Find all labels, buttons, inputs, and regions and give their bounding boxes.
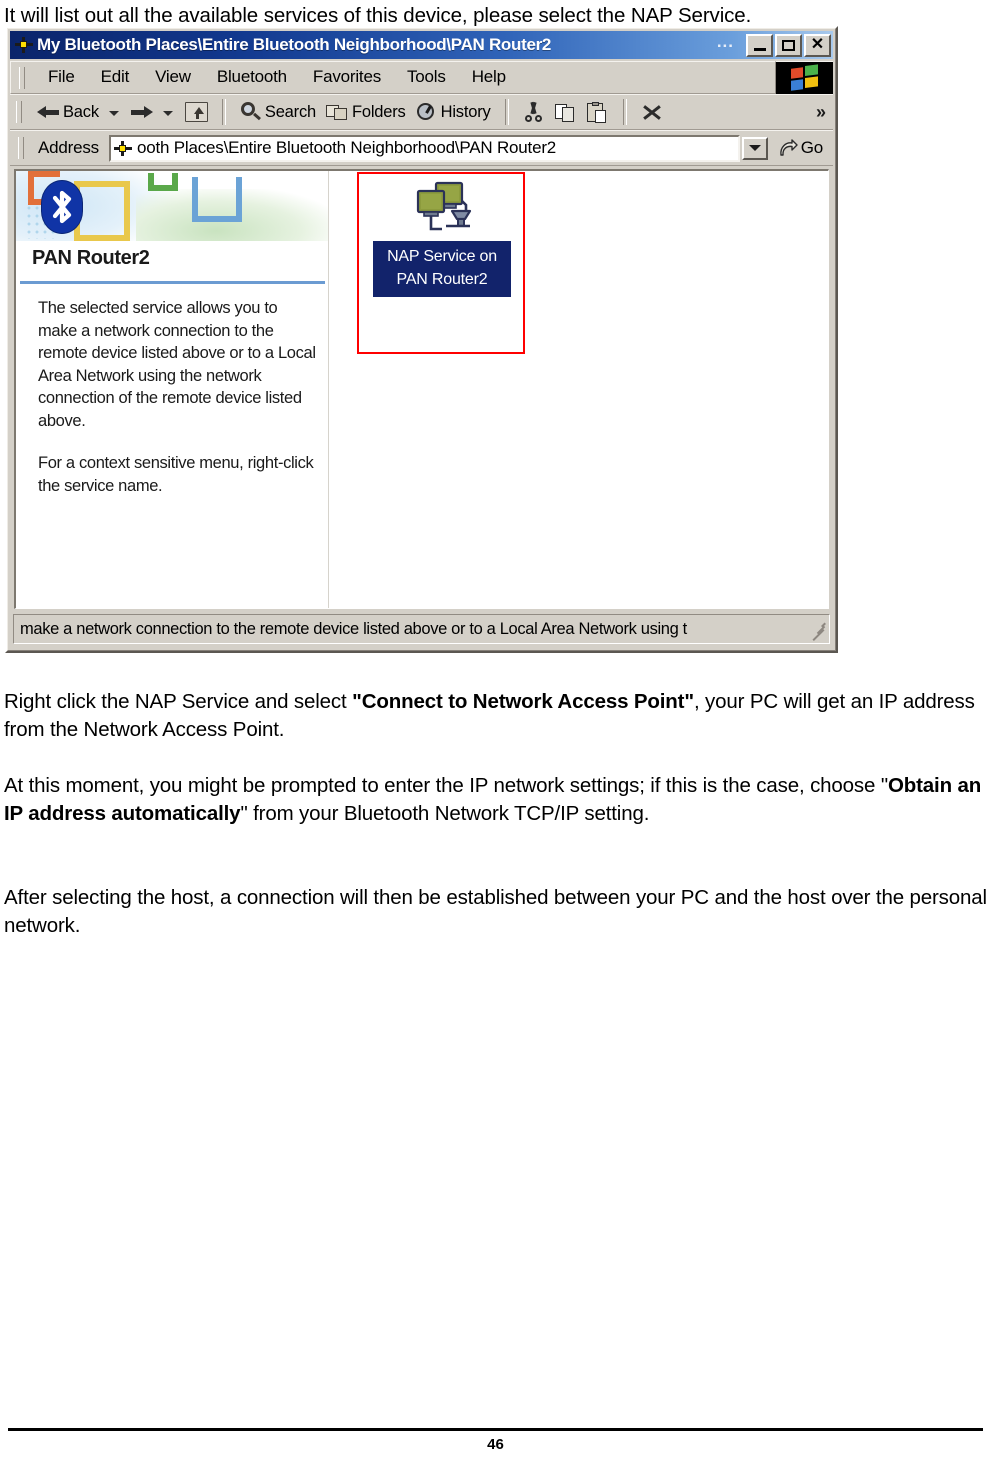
banner-square-blue xyxy=(192,177,242,222)
paste-button[interactable] xyxy=(582,100,614,125)
up-one-level-button[interactable] xyxy=(180,100,213,124)
menu-bar: File Edit View Bluetooth Favorites Tools… xyxy=(10,61,833,94)
address-value: ooth Places\Entire Bluetooth Neighborhoo… xyxy=(136,138,557,157)
paragraph-1-bold: "Connect to Network Access Point" xyxy=(352,690,694,713)
toolbar-separator xyxy=(504,99,509,125)
banner-square-yellow xyxy=(74,181,130,241)
menu-item-bluetooth[interactable]: Bluetooth xyxy=(204,65,300,90)
address-bar: Address ooth Places\Entire Bluetooth Nei… xyxy=(10,130,833,166)
paragraph-2-post: " from your Bluetooth Network TCP/IP set… xyxy=(240,802,650,825)
explorer-window: My Bluetooth Places\Entire Bluetooth Nei… xyxy=(5,26,838,653)
close-button[interactable]: ✕ xyxy=(804,33,831,57)
arrow-right-icon xyxy=(130,104,153,120)
arrow-left-icon xyxy=(37,104,59,120)
address-dropdown-button[interactable] xyxy=(741,136,768,160)
minimize-icon xyxy=(753,47,766,51)
search-button-label: Search xyxy=(264,102,316,121)
paragraph-connection-established: After selecting the host, a connection w… xyxy=(4,886,987,937)
maximize-icon xyxy=(782,39,795,51)
search-icon xyxy=(240,102,261,122)
back-dropdown-caret-icon[interactable] xyxy=(108,111,119,116)
banner-graphic xyxy=(16,171,328,241)
panel-divider-rule xyxy=(20,281,325,284)
menu-item-help[interactable]: Help xyxy=(459,65,519,90)
delete-x-icon xyxy=(641,102,663,123)
paragraph-1-pre: Right click the NAP Service and select xyxy=(4,690,353,713)
menu-item-file[interactable]: File xyxy=(35,65,88,90)
back-button[interactable]: Back xyxy=(32,101,104,124)
paragraph-ip-settings: At this moment, you might be prompted to… xyxy=(4,772,987,828)
window-title: My Bluetooth Places\Entire Bluetooth Nei… xyxy=(37,35,552,54)
toolbar-separator xyxy=(622,99,627,125)
nap-service-item[interactable]: NAP Service on PAN Router2 xyxy=(373,181,511,297)
windows-logo-button[interactable] xyxy=(775,61,833,94)
minimize-button[interactable] xyxy=(746,33,773,57)
menu-item-favorites[interactable]: Favorites xyxy=(300,65,394,90)
up-folder-icon xyxy=(184,102,208,122)
copy-button[interactable] xyxy=(550,100,582,125)
info-panel: PAN Router2 The selected service allows … xyxy=(16,171,328,608)
back-button-label: Back xyxy=(63,102,99,121)
title-ellipsis: ... xyxy=(716,32,734,51)
paragraph-right-click: Right click the NAP Service and select "… xyxy=(4,688,987,744)
content-pane: PAN Router2 The selected service allows … xyxy=(14,169,829,609)
banner-square-green xyxy=(148,173,178,191)
cut-button[interactable] xyxy=(518,100,550,125)
close-icon: ✕ xyxy=(810,36,825,53)
go-button-label: Go xyxy=(800,138,823,157)
toolbar: Back Search Folders History » xyxy=(10,94,833,130)
search-button[interactable]: Search xyxy=(235,100,321,124)
folders-button[interactable]: Folders xyxy=(321,101,411,124)
toolbar-separator xyxy=(221,99,226,125)
paragraph-2-pre: At this moment, you might be prompted to… xyxy=(4,774,888,797)
history-icon xyxy=(416,102,437,122)
status-bar-text: make a network connection to the remote … xyxy=(20,619,687,638)
toolbar-overflow-button[interactable]: » xyxy=(816,102,826,123)
nap-service-label: NAP Service on PAN Router2 xyxy=(373,241,511,297)
panel-description-paragraph-2: For a context sensitive menu, right-clic… xyxy=(38,454,314,495)
bluetooth-places-icon xyxy=(113,140,132,157)
toolbar-grip-handle[interactable] xyxy=(16,101,22,123)
service-item-area: NAP Service on PAN Router2 xyxy=(329,171,828,608)
device-name-heading: PAN Router2 xyxy=(32,247,150,269)
history-button-label: History xyxy=(440,102,491,121)
panel-description-paragraph-1: The selected service allows you to make … xyxy=(38,299,316,430)
status-bar: make a network connection to the remote … xyxy=(13,614,830,644)
copy-icon xyxy=(554,102,577,123)
address-input[interactable]: ooth Places\Entire Bluetooth Neighborhoo… xyxy=(108,134,740,162)
address-label: Address xyxy=(38,138,99,157)
nap-service-icon xyxy=(412,181,472,237)
forward-dropdown-caret-icon[interactable] xyxy=(162,111,173,116)
menu-item-view[interactable]: View xyxy=(142,65,204,90)
maximize-button[interactable] xyxy=(775,33,802,57)
paste-icon xyxy=(586,101,609,123)
title-bar[interactable]: My Bluetooth Places\Entire Bluetooth Nei… xyxy=(10,31,833,59)
forward-button[interactable] xyxy=(126,102,158,122)
scissors-icon xyxy=(523,101,545,123)
folders-button-label: Folders xyxy=(351,102,406,121)
bluetooth-logo-icon xyxy=(42,181,82,233)
menu-item-edit[interactable]: Edit xyxy=(88,65,143,90)
chevron-down-icon xyxy=(748,145,761,151)
menu-item-tools[interactable]: Tools xyxy=(394,65,459,90)
menu-grip-handle[interactable] xyxy=(19,66,25,89)
history-button[interactable]: History xyxy=(411,100,496,124)
page-number: 46 xyxy=(487,1436,504,1453)
delete-button[interactable] xyxy=(636,100,668,125)
footer-divider xyxy=(8,1428,983,1431)
go-button[interactable]: Go xyxy=(770,138,833,158)
folders-icon xyxy=(325,103,348,121)
panel-description: The selected service allows you to make … xyxy=(38,297,318,497)
go-arrow-icon xyxy=(778,138,798,158)
menu-item-list: File Edit View Bluetooth Favorites Tools… xyxy=(10,61,775,94)
windows-flag-icon xyxy=(790,64,819,91)
address-grip-handle[interactable] xyxy=(18,137,24,159)
bluetooth-places-icon xyxy=(14,36,34,54)
intro-sentence: It will list out all the available servi… xyxy=(4,4,752,27)
resize-grip[interactable] xyxy=(807,619,827,642)
